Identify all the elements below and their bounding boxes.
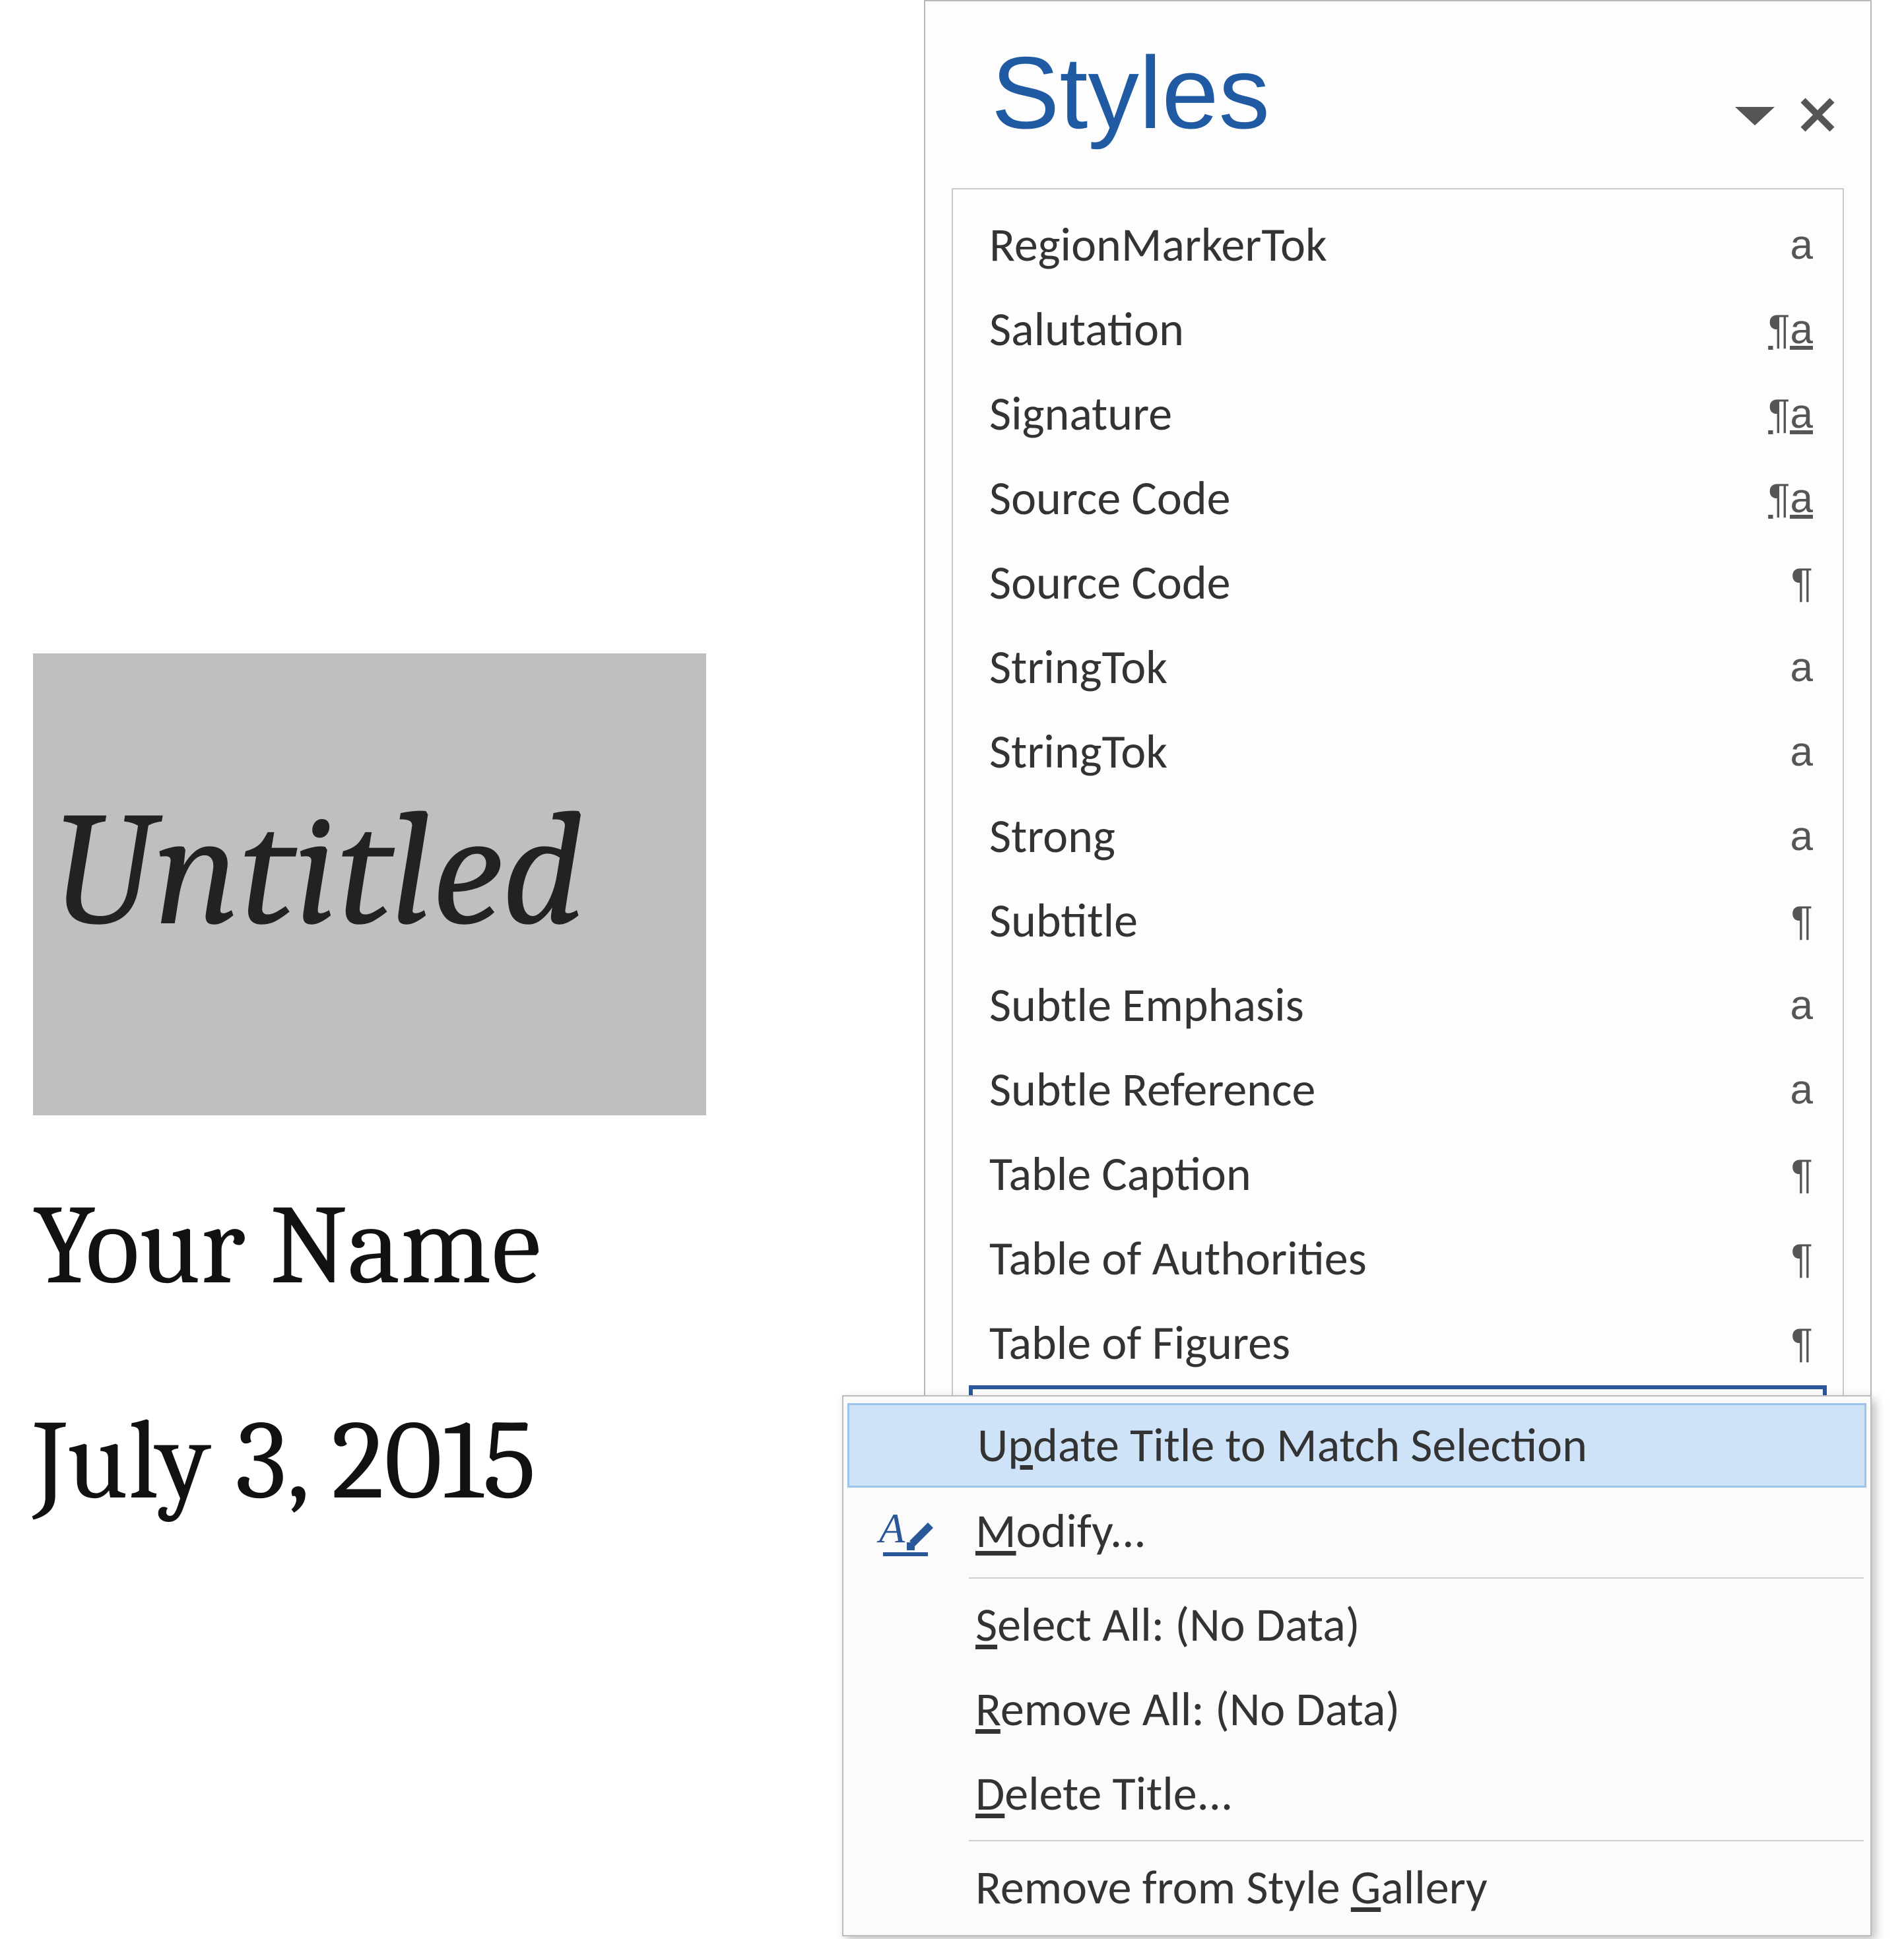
ctx-label: Remove from Style Gallery [975, 1858, 1488, 1917]
style-item[interactable]: Signature ¶a [953, 372, 1843, 456]
style-item-label: Subtle Reference [989, 1061, 1754, 1119]
styles-pane-controls [1732, 95, 1837, 135]
style-type-icon: a [1754, 222, 1813, 269]
style-item[interactable]: Salutation ¶a [953, 287, 1843, 372]
ctx-select-all[interactable]: Select All: (No Data) [843, 1583, 1870, 1667]
style-item-label: Source Code [989, 554, 1754, 612]
style-item[interactable]: Table of Figures ¶ [953, 1301, 1843, 1385]
document-area: Untitled Your Name July 3, 2015 [33, 653, 706, 1526]
ctx-label: Select All: (No Data) [975, 1596, 1360, 1654]
style-item-label: Strong [989, 807, 1754, 865]
document-date[interactable]: July 3, 2015 [33, 1397, 706, 1526]
svg-text:A: A [876, 1505, 905, 1552]
style-item-label: RegionMarkerTok [989, 216, 1754, 274]
style-type-icon: ¶ [1754, 1151, 1813, 1198]
style-type-icon: ¶a [1754, 306, 1813, 353]
styles-pane: Styles RegionMarkerTok a Salutation ¶a S… [924, 0, 1872, 1577]
title-selection-block[interactable]: Untitled [33, 653, 706, 1115]
style-item[interactable]: RegionMarkerTok a [953, 203, 1843, 287]
style-type-icon: ¶ [1754, 1235, 1813, 1282]
document-title[interactable]: Untitled [53, 791, 585, 952]
style-type-icon: ¶ [1754, 898, 1813, 944]
style-type-icon: ¶ [1754, 1320, 1813, 1367]
ctx-modify[interactable]: A Modify... [843, 1489, 1870, 1573]
style-item[interactable]: Table of Authorities ¶ [953, 1216, 1843, 1301]
style-item[interactable]: StringTok a [953, 709, 1843, 794]
style-item[interactable]: Subtle Reference a [953, 1047, 1843, 1132]
ctx-label: Delete Title... [975, 1765, 1233, 1823]
styles-pane-title: Styles [991, 34, 1270, 152]
style-type-icon: ¶ [1754, 560, 1813, 607]
ctx-divider [969, 1577, 1864, 1579]
ctx-remove-all[interactable]: Remove All: (No Data) [843, 1667, 1870, 1752]
style-item-label: Signature [989, 385, 1754, 443]
style-type-icon: a [1754, 813, 1813, 860]
style-item[interactable]: StringTok a [953, 625, 1843, 709]
style-item-label: StringTok [989, 723, 1754, 781]
style-item[interactable]: Table Caption ¶ [953, 1132, 1843, 1216]
style-item[interactable]: Source Code ¶ [953, 541, 1843, 625]
styles-pane-header: Styles [991, 34, 1837, 152]
ctx-label: Modify... [975, 1502, 1146, 1560]
ctx-label: Remove All: (No Data) [975, 1680, 1400, 1738]
style-item[interactable]: Source Code ¶a [953, 456, 1843, 541]
style-type-icon: a [1754, 729, 1813, 775]
style-item-label: StringTok [989, 638, 1754, 696]
style-type-icon: a [1754, 982, 1813, 1029]
style-type-icon: a [1754, 1067, 1813, 1113]
style-type-icon: ¶a [1754, 391, 1813, 438]
ctx-divider [969, 1840, 1864, 1841]
ctx-label: Update Title to Match Selection [977, 1416, 1587, 1474]
document-author[interactable]: Your Name [33, 1181, 706, 1311]
style-item-label: Source Code [989, 469, 1754, 527]
style-item-label: Table of Authorities [989, 1230, 1754, 1288]
style-type-icon: a [1754, 644, 1813, 691]
style-item[interactable]: Subtle Emphasis a [953, 963, 1843, 1047]
modify-style-icon: A [870, 1501, 942, 1561]
style-item[interactable]: Subtitle ¶ [953, 878, 1843, 963]
ctx-update-to-match[interactable]: Update Title to Match Selection [847, 1403, 1866, 1488]
style-item-label: Table of Figures [989, 1314, 1754, 1372]
style-context-menu: Update Title to Match Selection A Modify… [842, 1395, 1872, 1936]
style-type-icon: ¶a [1754, 475, 1813, 522]
ctx-remove-from-gallery[interactable]: Remove from Style Gallery [843, 1845, 1870, 1930]
style-item-label: Subtle Emphasis [989, 976, 1754, 1034]
pane-options-icon[interactable] [1732, 102, 1778, 128]
style-item-label: Subtitle [989, 892, 1754, 950]
style-item-label: Table Caption [989, 1145, 1754, 1203]
style-item-label: Salutation [989, 300, 1754, 358]
style-item[interactable]: Strong a [953, 794, 1843, 878]
styles-list[interactable]: RegionMarkerTok a Salutation ¶a Signatur… [952, 188, 1844, 1554]
ctx-delete[interactable]: Delete Title... [843, 1752, 1870, 1836]
close-icon[interactable] [1798, 95, 1837, 135]
